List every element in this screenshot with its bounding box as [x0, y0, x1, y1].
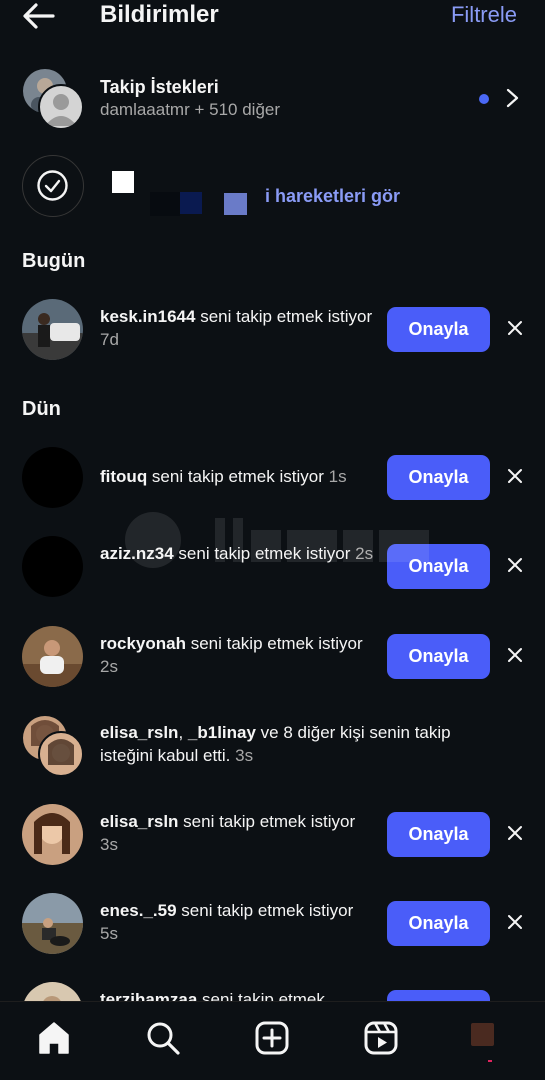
timestamp: 7d	[100, 330, 119, 349]
avatar[interactable]	[22, 299, 83, 360]
username[interactable]: _b1linay	[188, 723, 256, 742]
notification-row: kesk.in1644 seni takip etmek istiyor 7d …	[0, 297, 545, 361]
search-icon[interactable]	[145, 1020, 181, 1056]
activity-indicator	[488, 1060, 492, 1062]
approve-button[interactable]: Onayla	[387, 455, 490, 500]
close-icon[interactable]	[504, 465, 526, 487]
avatar[interactable]	[22, 804, 83, 865]
image-block	[150, 192, 180, 216]
close-icon[interactable]	[504, 822, 526, 844]
image-block	[224, 193, 247, 215]
username[interactable]: elisa_rsln	[100, 723, 178, 742]
username[interactable]: kesk.in1644	[100, 307, 195, 326]
bottom-nav	[0, 1001, 545, 1080]
timestamp: 5s	[100, 924, 118, 943]
approve-button[interactable]: Onayla	[387, 634, 490, 679]
follow-requests-subtitle: damlaaatmr + 510 diğer	[100, 100, 281, 119]
timestamp: 3s	[100, 835, 118, 854]
close-icon[interactable]	[504, 644, 526, 666]
avatar[interactable]	[22, 536, 83, 597]
notification-row: enes._.59 seni takip etmek istiyor 5s On…	[0, 891, 545, 955]
notification-row: elisa_rsln seni takip etmek istiyor 3s O…	[0, 802, 545, 866]
username[interactable]: fitouq	[100, 467, 147, 486]
avatar[interactable]	[22, 893, 83, 954]
close-icon[interactable]	[504, 317, 526, 339]
reels-icon[interactable]	[363, 1020, 399, 1056]
notification-text: elisa_rsln, _b1linay ve 8 diğer kişi sen…	[100, 723, 451, 765]
back-arrow-icon[interactable]	[20, 0, 60, 32]
close-icon[interactable]	[504, 911, 526, 933]
notification-text: elisa_rsln seni takip etmek istiyor 3s	[100, 812, 356, 854]
notification-text: rockyonah seni takip etmek istiyor 2s	[100, 634, 363, 676]
default-avatar	[38, 84, 84, 130]
follow-requests-title: Takip İstekleri	[100, 77, 219, 97]
check-icon	[37, 170, 68, 201]
notification-row: elisa_rsln, _b1linay ve 8 diğer kişi sen…	[0, 713, 545, 777]
timestamp: 3s	[235, 746, 254, 765]
approve-button[interactable]: Onayla	[387, 901, 490, 946]
avatar[interactable]	[22, 626, 83, 687]
close-icon[interactable]	[504, 554, 526, 576]
profile-icon[interactable]	[471, 1023, 494, 1046]
notification-row: rockyonah seni takip etmek istiyor 2s On…	[0, 624, 545, 688]
approve-button[interactable]: Onayla	[387, 307, 490, 352]
chevron-right-icon	[506, 88, 519, 108]
username[interactable]: rockyonah	[100, 634, 186, 653]
notification-text: kesk.in1644 seni takip etmek istiyor 7d	[100, 307, 373, 349]
activity-link[interactable]: i hareketleri gör	[265, 186, 400, 207]
activity-circle	[22, 155, 84, 217]
section-today: Bugün	[22, 250, 86, 272]
avatar[interactable]	[22, 447, 83, 508]
image-block	[112, 171, 134, 193]
unread-dot	[479, 94, 489, 104]
section-yesterday: Dün	[22, 398, 61, 420]
page-title: Bildirimler	[100, 1, 219, 28]
watermark-logo	[125, 512, 429, 568]
approve-button[interactable]: Onayla	[387, 812, 490, 857]
timestamp: 2s	[100, 657, 118, 676]
activity-row[interactable]: i hareketleri gör	[0, 152, 545, 220]
filter-button[interactable]: Filtrele	[451, 2, 517, 28]
follow-requests-row[interactable]: Takip İstekleri damlaaatmr + 510 diğer	[0, 66, 545, 132]
header: Bildirimler Filtrele	[0, 0, 545, 34]
home-icon[interactable]	[36, 1020, 72, 1056]
notification-text: fitouq seni takip etmek istiyor 1s	[100, 467, 347, 486]
image-block	[180, 192, 202, 214]
avatar[interactable]	[38, 731, 84, 777]
notification-row: fitouq seni takip etmek istiyor 1s Onayl…	[0, 445, 545, 509]
username[interactable]: elisa_rsln	[100, 812, 178, 831]
notification-text: enes._.59 seni takip etmek istiyor 5s	[100, 901, 354, 943]
username[interactable]: enes._.59	[100, 901, 177, 920]
timestamp: 1s	[328, 467, 347, 486]
create-icon[interactable]	[254, 1020, 290, 1056]
